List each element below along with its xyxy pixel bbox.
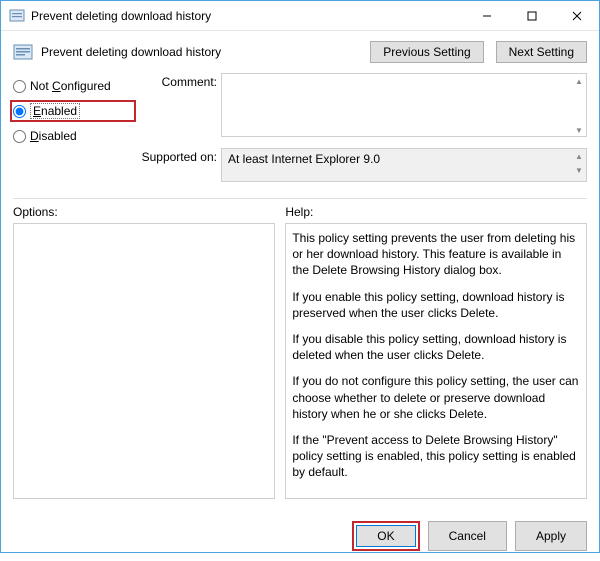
policy-icon — [13, 42, 33, 62]
comment-textarea[interactable] — [221, 73, 587, 137]
minimize-button[interactable] — [464, 1, 509, 31]
previous-setting-button[interactable]: Previous Setting — [370, 41, 483, 63]
titlebar: Prevent deleting download history — [1, 1, 599, 31]
supported-field-wrap: At least Internet Explorer 9.0 ▲ ▼ — [221, 148, 587, 182]
help-paragraph: If you disable this policy setting, down… — [292, 331, 580, 363]
help-paragraph: If the "Prevent access to Delete Browsin… — [292, 432, 580, 481]
cancel-button[interactable]: Cancel — [428, 521, 507, 551]
dialog-window: Prevent deleting download history Preven… — [0, 0, 600, 553]
help-panel: Help: This policy setting prevents the u… — [285, 205, 587, 499]
close-button[interactable] — [554, 1, 599, 31]
radio-not-configured[interactable]: Not Configured — [13, 79, 133, 93]
divider — [13, 198, 587, 199]
policy-icon — [9, 8, 25, 24]
options-panel: Options: — [13, 205, 275, 499]
help-paragraph: This policy setting prevents the user fr… — [292, 230, 580, 279]
comment-label: Comment: — [137, 73, 217, 89]
radio-disabled[interactable]: Disabled — [13, 129, 133, 143]
help-label: Help: — [285, 205, 587, 219]
supported-value: At least Internet Explorer 9.0 — [221, 148, 587, 182]
maximize-button[interactable] — [509, 1, 554, 31]
next-setting-button[interactable]: Next Setting — [496, 41, 587, 63]
options-box[interactable] — [13, 223, 275, 499]
options-label: Options: — [13, 205, 275, 219]
page-title: Prevent deleting download history — [41, 45, 358, 59]
comment-field-wrap: ▲ ▼ — [221, 73, 587, 142]
help-box[interactable]: This policy setting prevents the user fr… — [285, 223, 587, 499]
dialog-body: Not Configured Enabled Disabled Comment:… — [1, 73, 599, 511]
window-title: Prevent deleting download history — [31, 9, 464, 23]
supported-label: Supported on: — [137, 148, 217, 164]
footer: OK Cancel Apply — [1, 511, 599, 561]
header-row: Prevent deleting download history Previo… — [1, 31, 599, 73]
ok-button[interactable]: OK — [356, 525, 415, 547]
apply-button[interactable]: Apply — [515, 521, 587, 551]
radio-enabled[interactable]: Enabled — [13, 103, 80, 119]
help-paragraph: If you enable this policy setting, downl… — [292, 289, 580, 321]
help-paragraph: If you do not configure this policy sett… — [292, 373, 580, 422]
highlight-ok: OK — [352, 521, 419, 551]
highlight-enabled: Enabled — [10, 100, 136, 122]
